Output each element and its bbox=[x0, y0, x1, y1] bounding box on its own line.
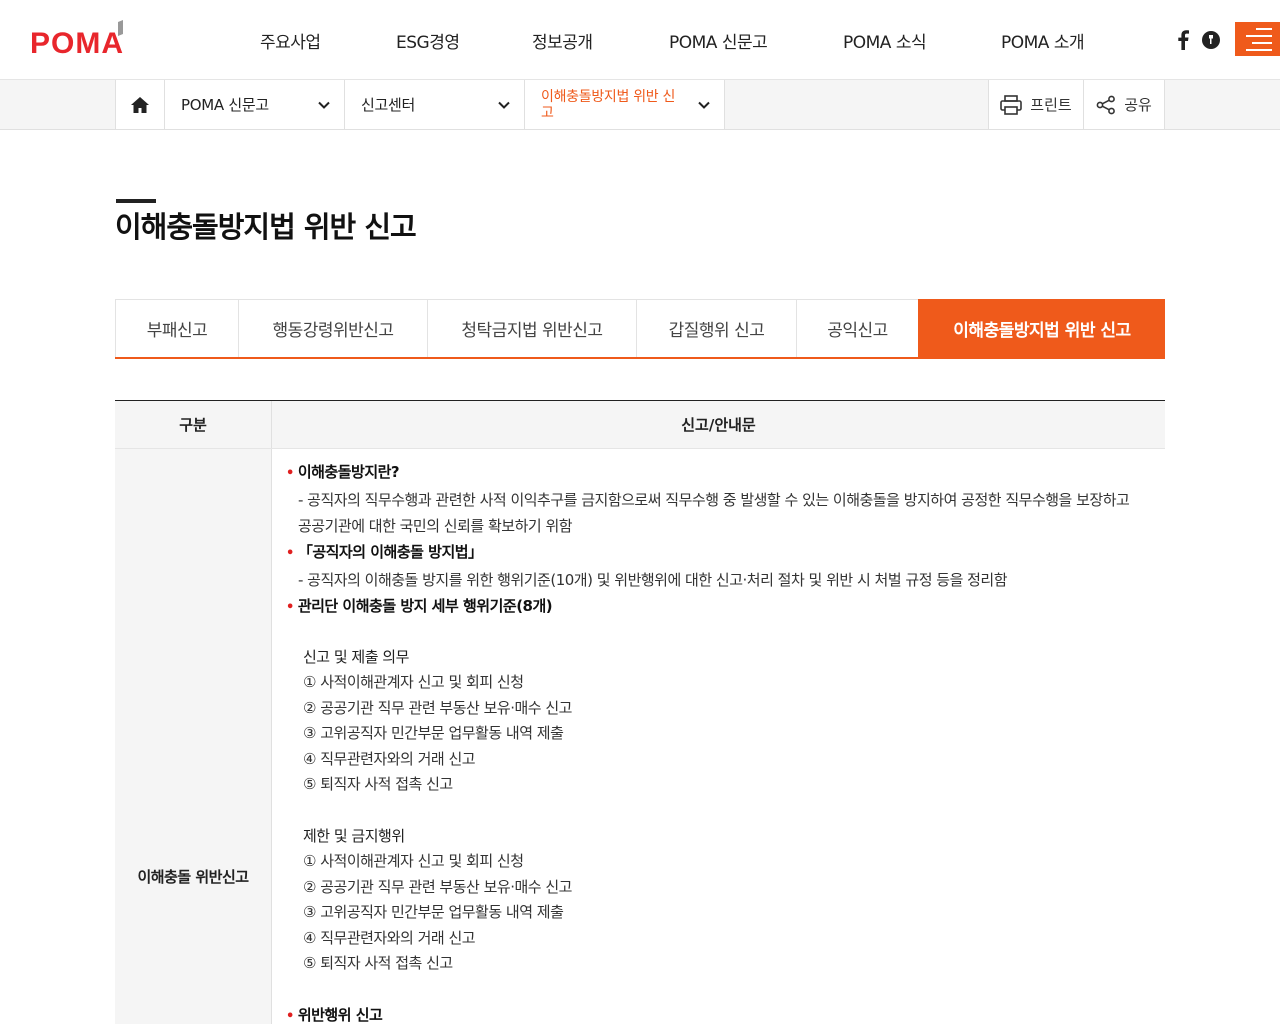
definition-text-1: - 공직자의 직무수행과 관련한 사적 이익추구를 금지함으로써 직무수행 중 … bbox=[298, 491, 1130, 509]
logo-text: POMA bbox=[30, 27, 124, 58]
share-icon bbox=[1096, 95, 1116, 114]
section-heading-law: 「공직자의 이해충돌 방지법」 bbox=[286, 541, 483, 562]
list-item: ④ 직무관련자와의 거래 신고 bbox=[303, 929, 476, 947]
subheading-report-duty: 신고 및 제출 의무 bbox=[303, 648, 409, 666]
definition-text-2: 공공기관에 대한 국민의 신뢰를 확보하기 위함 bbox=[298, 517, 573, 535]
blog-icon[interactable] bbox=[1200, 28, 1222, 52]
location-depth2[interactable]: 신고센터 bbox=[344, 80, 525, 129]
tab-gapjil[interactable]: 갑질행위 신고 bbox=[636, 299, 796, 357]
location-depth3-label: 이해충돌방지법 위반 신고 bbox=[541, 88, 676, 121]
share-label: 공유 bbox=[1124, 96, 1152, 114]
law-text: - 공직자의 이해충돌 방지를 위한 행위기준(10개) 및 위반행위에 대한 … bbox=[298, 571, 1008, 589]
home-button[interactable] bbox=[115, 80, 165, 129]
page-title: 이해충돌방지법 위반 신고 bbox=[115, 210, 417, 244]
list-item: ⑤ 퇴직자 사적 접촉 신고 bbox=[303, 775, 453, 793]
location-depth2-label: 신고센터 bbox=[361, 96, 416, 114]
printer-icon bbox=[1000, 94, 1023, 115]
list-item: ② 공공기관 직무 관련 부동산 보유·매수 신고 bbox=[303, 699, 572, 717]
nav-item-sinmungo[interactable]: POMA 신문고 bbox=[669, 28, 768, 53]
tab-conflict-of-interest[interactable]: 이해충돌방지법 위반 신고 bbox=[918, 299, 1165, 357]
nav-item-news[interactable]: POMA 소식 bbox=[843, 28, 927, 53]
table-header-category: 구분 bbox=[115, 401, 272, 448]
subheading-restrictions: 제한 및 금지행위 bbox=[303, 827, 405, 845]
section-heading-definition: 이해충돌방지란? bbox=[286, 461, 400, 482]
table-cell-content: 이해충돌방지란? - 공직자의 직무수행과 관련한 사적 이익추구를 금지함으로… bbox=[272, 449, 1165, 1024]
nav-item-esg[interactable]: ESG경영 bbox=[396, 28, 460, 53]
tab-corruption[interactable]: 부패신고 bbox=[115, 299, 238, 357]
chevron-down-icon bbox=[498, 101, 510, 109]
location-depth1[interactable]: POMA 신문고 bbox=[164, 80, 345, 129]
report-tabs: 부패신고 행동강령위반신고 청탁금지법 위반신고 갑질행위 신고 공익신고 이해… bbox=[115, 299, 1165, 359]
table-header-row: 구분 신고/안내문 bbox=[115, 401, 1165, 449]
poma-logo[interactable]: POMA bbox=[30, 20, 152, 60]
category-label: 이해충돌 위반신고 bbox=[137, 868, 249, 886]
title-accent-bar bbox=[116, 199, 156, 203]
all-menu-button[interactable] bbox=[1235, 22, 1280, 56]
list-item: ① 사적이해관계자 신고 및 회피 신청 bbox=[303, 852, 524, 870]
table-header-content: 신고/안내문 bbox=[681, 416, 756, 434]
chevron-down-icon bbox=[698, 101, 710, 109]
report-table: 구분 신고/안내문 이해충돌 위반신고 이해충돌방지란? - 공직자의 직무수행… bbox=[115, 400, 1165, 1024]
list-item: ③ 고위공직자 민간부문 업무활동 내역 제출 bbox=[303, 903, 564, 921]
section-heading-standards: 관리단 이해충돌 방지 세부 행위기준(8개) bbox=[286, 595, 553, 616]
tab-public-interest[interactable]: 공익신고 bbox=[796, 299, 918, 357]
print-button[interactable]: 프린트 bbox=[988, 80, 1084, 129]
print-label: 프린트 bbox=[1030, 96, 1072, 114]
poma-logo-mark: POMA bbox=[30, 20, 124, 60]
location-bar: POMA 신문고 신고센터 이해충돌방지법 위반 신고 프린트 공유 bbox=[0, 80, 1280, 130]
nav-item-business[interactable]: 주요사업 bbox=[260, 28, 321, 53]
list-item: ② 공공기관 직무 관련 부동산 보유·매수 신고 bbox=[303, 878, 572, 896]
section-heading-violation-report: 위반행위 신고 bbox=[286, 1004, 383, 1024]
list-item: ⑤ 퇴직자 사적 접촉 신고 bbox=[303, 954, 453, 972]
location-depth3[interactable]: 이해충돌방지법 위반 신고 bbox=[524, 80, 725, 129]
tab-code-of-conduct[interactable]: 행동강령위반신고 bbox=[238, 299, 427, 357]
tab-anti-graft[interactable]: 청탁금지법 위반신고 bbox=[427, 299, 636, 357]
site-header: POMA 주요사업 ESG경영 정보공개 POMA 신문고 POMA 소식 PO… bbox=[0, 0, 1280, 80]
nav-item-about[interactable]: POMA 소개 bbox=[1001, 28, 1085, 53]
list-item: ③ 고위공직자 민간부문 업무활동 내역 제출 bbox=[303, 724, 564, 742]
table-row: 이해충돌 위반신고 이해충돌방지란? - 공직자의 직무수행과 관련한 사적 이… bbox=[115, 449, 1165, 1024]
home-icon bbox=[131, 96, 149, 113]
nav-item-disclosure[interactable]: 정보공개 bbox=[532, 28, 593, 53]
facebook-icon[interactable] bbox=[1172, 28, 1194, 52]
location-depth1-label: POMA 신문고 bbox=[181, 96, 269, 114]
list-item: ④ 직무관련자와의 거래 신고 bbox=[303, 750, 476, 768]
list-item: ① 사적이해관계자 신고 및 회피 신청 bbox=[303, 673, 524, 691]
chevron-down-icon bbox=[318, 101, 330, 109]
table-cell-category: 이해충돌 위반신고 bbox=[115, 449, 272, 1024]
share-button[interactable]: 공유 bbox=[1083, 80, 1165, 129]
